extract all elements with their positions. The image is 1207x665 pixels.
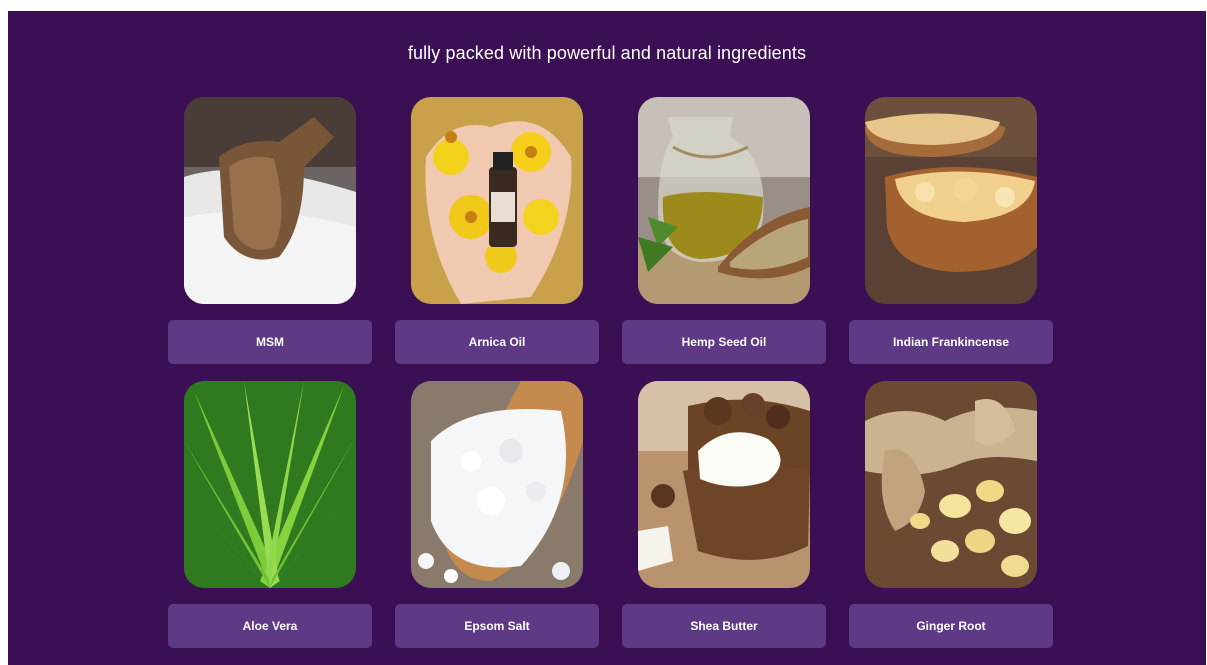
ingredient-label: Aloe Vera [168,604,372,648]
ingredients-section: fully packed with powerful and natural i… [8,11,1206,665]
hemp-seed-oil-photo [638,97,810,304]
aloe-vera-photo [184,381,356,588]
indian-frankincense-photo [865,97,1037,304]
ingredient-label: Ginger Root [849,604,1053,648]
shea-butter-photo [638,381,810,588]
section-headline: fully packed with powerful and natural i… [407,43,807,63]
ingredient-label: Shea Butter [622,604,826,648]
ingredient-label: Epsom Salt [395,604,599,648]
msm-photo [184,97,356,304]
ingredient-label: MSM [168,320,372,364]
epsom-salt-photo [411,381,583,588]
ingredient-label: Arnica Oil [395,320,599,364]
ingredient-label: Indian Frankincense [849,320,1053,364]
arnica-oil-photo [411,97,583,304]
ginger-root-photo [865,381,1037,588]
ingredient-label: Hemp Seed Oil [622,320,826,364]
